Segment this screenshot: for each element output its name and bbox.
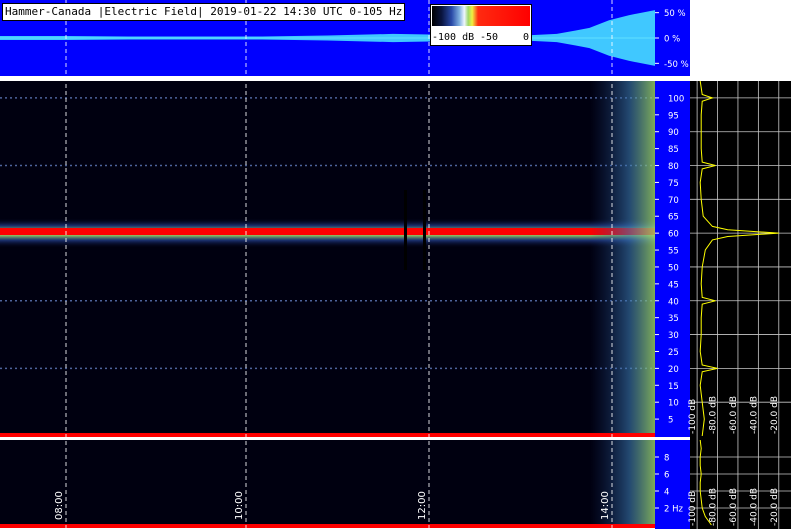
frequency-tick-label: 40 [668, 297, 679, 307]
time-tick-label: 08:00 [54, 491, 65, 520]
noise-rise [590, 81, 655, 436]
frequency-tick-label: 60 [668, 230, 679, 240]
frequency-tick-label: 95 [668, 111, 679, 121]
spectrum-tick-label: -20.0 dB [770, 488, 780, 526]
spectrum-tick-label: -100 dB [688, 399, 698, 434]
dark-stripe-1 [404, 190, 407, 270]
line-60hz [0, 228, 655, 235]
colorbar-tick: 0 [523, 32, 530, 43]
low-frequency-tick-label: 8 [664, 454, 669, 464]
chart: 50 %0 %-50 %5101520253035404550556065707… [0, 0, 791, 529]
low-frequency-tick-label: 2 Hz [664, 505, 684, 515]
frequency-tick-label: 5 [668, 416, 673, 426]
frequency-tick-label: 25 [668, 348, 679, 358]
frequency-tick-label: 50 [668, 263, 679, 273]
spectrum-blank [690, 0, 791, 81]
axis-divider-2 [655, 437, 690, 440]
frequency-tick-label: 80 [668, 162, 679, 172]
spectrum-tick-label: -80.0 dB [709, 396, 719, 434]
frequency-tick-label: 75 [668, 179, 679, 189]
frequency-tick-label: 100 [668, 94, 684, 104]
chart-title: Hammer-Canada |Electric Field| 2019-01-2… [2, 3, 406, 21]
time-tick-label: 10:00 [234, 491, 245, 520]
spectrogram-display: 50 % 0 % -50 % 5 10 15 20 25 30 35 40 45 50 55 60 65 70 7… [0, 0, 791, 529]
waveform-tick-label: 0 % [664, 35, 680, 45]
colorbar-gradient [432, 6, 530, 26]
panel-divider-2 [0, 437, 690, 440]
frequency-tick-label: 65 [668, 213, 679, 223]
dc-line-low [0, 524, 655, 528]
frequency-tick-label: 20 [668, 365, 679, 375]
dark-stripe-2 [423, 190, 426, 270]
spectrum-tick-label: -100 dB [688, 491, 698, 526]
panel-divider [0, 76, 690, 81]
frequency-tick-label: 30 [668, 331, 679, 341]
spectrum-tick-label: -40.0 dB [749, 488, 759, 526]
frequency-tick-label: 10 [668, 399, 679, 409]
spectrum-tick-label: -20.0 dB [770, 396, 780, 434]
frequency-tick-label: 45 [668, 280, 679, 290]
waveform-tick-label: -50 % [664, 60, 689, 70]
low-frequency-panel [0, 440, 655, 525]
frequency-tick-label: 70 [668, 196, 679, 206]
time-tick-label: 12:00 [417, 491, 428, 520]
spectrum-tick-label: -80.0 dB [709, 488, 719, 526]
time-tick-label: 14:00 [600, 491, 611, 520]
frequency-tick-label: 85 [668, 145, 679, 155]
frequency-tick-label: 55 [668, 247, 679, 257]
spectrum-tick-label: -60.0 dB [729, 488, 739, 526]
spectrum-tick-label: -60.0 dB [729, 396, 739, 434]
colorbar-tick: -50 [480, 32, 499, 43]
spectrum-tick-label: -40.0 dB [749, 396, 759, 434]
axis-divider [655, 76, 690, 81]
spectrum-panel [690, 81, 791, 529]
frequency-tick-label: 15 [668, 382, 679, 392]
low-frequency-tick-label: 6 [664, 471, 669, 481]
frequency-tick-label: 35 [668, 314, 679, 324]
low-frequency-tick-label: 4 [664, 488, 669, 498]
waveform-tick-label: 50 % [664, 9, 686, 19]
colorbar: -100 dB -50 0 [430, 4, 532, 46]
colorbar-tick: -100 dB [432, 32, 475, 43]
spectrogram-panel [0, 81, 655, 436]
frequency-tick-label: 90 [668, 128, 679, 138]
dc-line [0, 433, 655, 437]
